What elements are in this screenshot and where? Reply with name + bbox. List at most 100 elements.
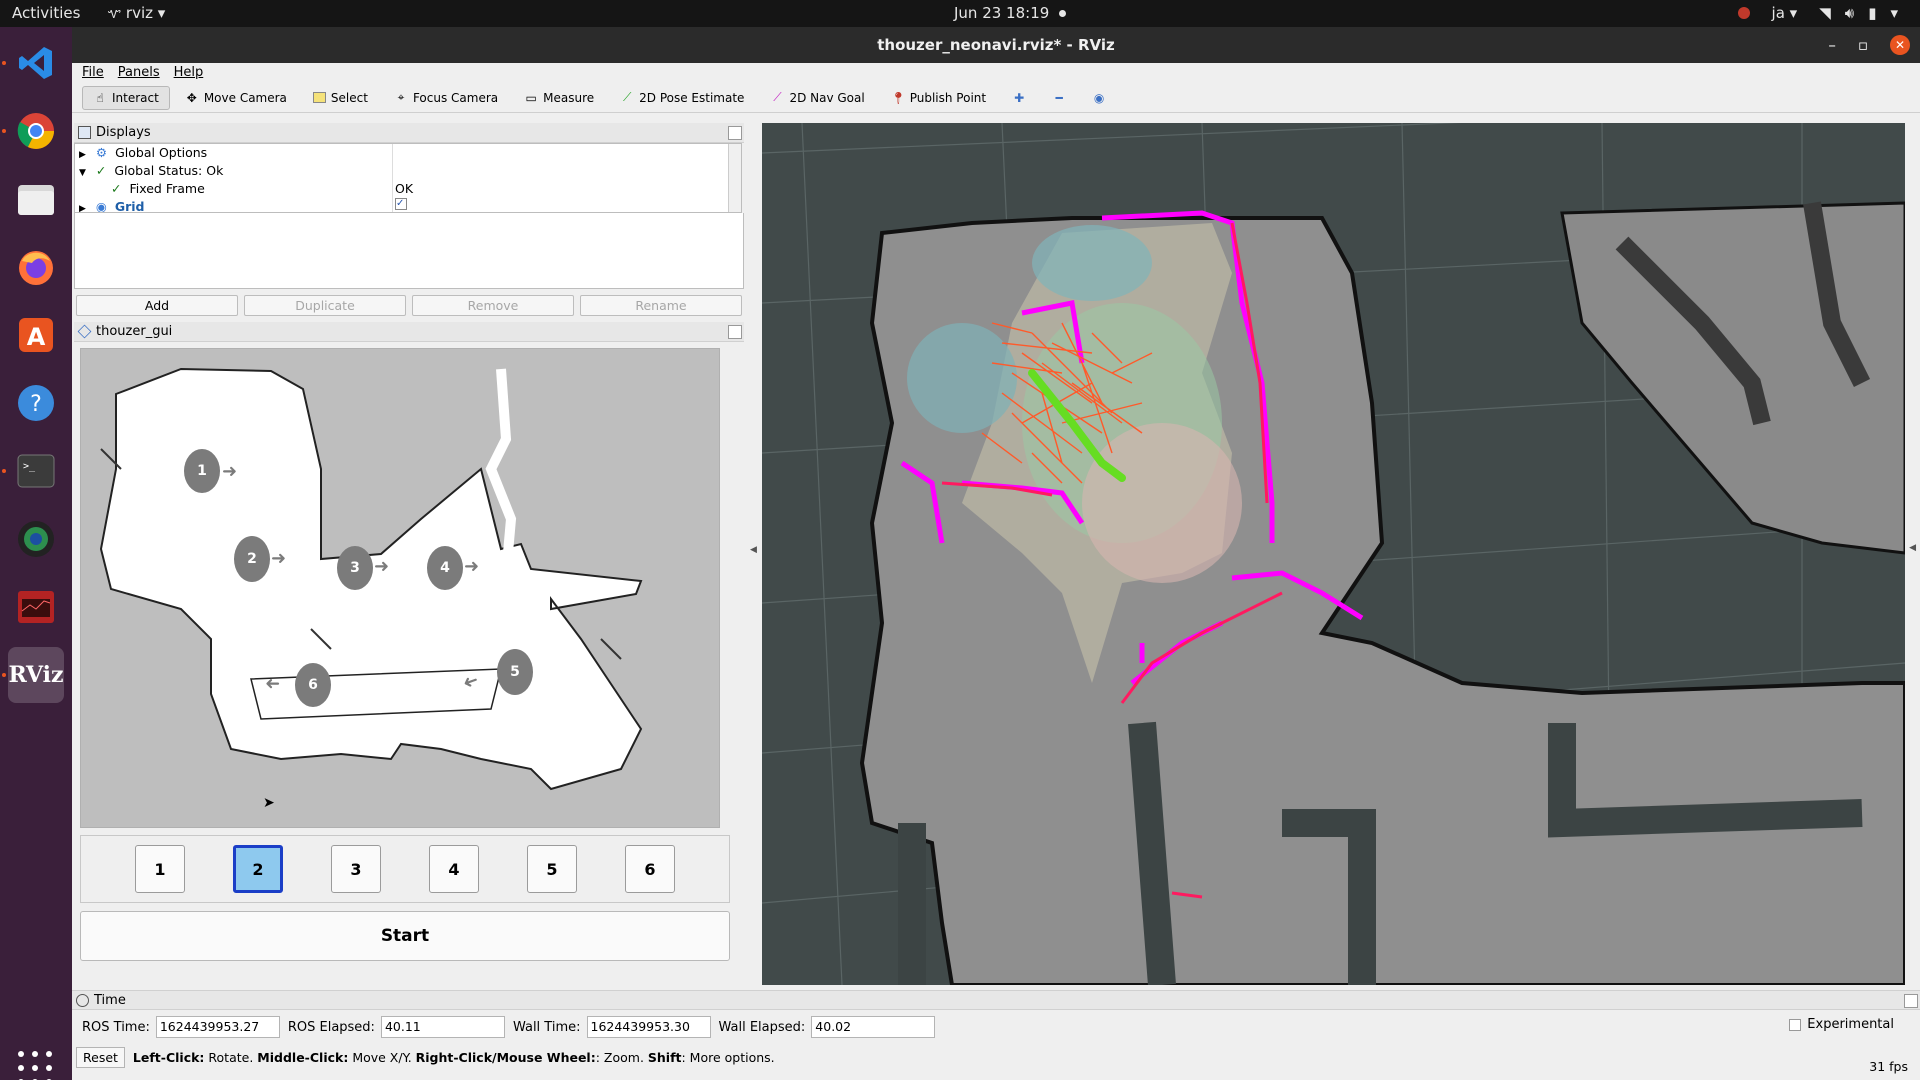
plus-icon: ✚ bbox=[1014, 90, 1025, 105]
hint-middle-click: Middle-Click: bbox=[257, 1049, 349, 1065]
terminal-icon[interactable]: >_ bbox=[8, 443, 64, 499]
experimental-checkbox[interactable] bbox=[1789, 1018, 1802, 1031]
tool-properties-button[interactable]: ◉ bbox=[1081, 86, 1117, 110]
clock[interactable]: Jun 23 18:19 bbox=[954, 4, 1067, 22]
collapse-right-arrow-icon[interactable]: ◀ bbox=[1909, 543, 1916, 553]
check-icon: ✓ bbox=[95, 163, 107, 178]
svg-text:>_: >_ bbox=[23, 461, 36, 472]
nav-goal-tool[interactable]: ⟋ 2D Nav Goal bbox=[759, 85, 875, 110]
show-applications-icon[interactable] bbox=[18, 1051, 54, 1080]
help-icon[interactable]: ? bbox=[8, 375, 64, 431]
running-indicator bbox=[2, 673, 6, 677]
thouzer-gui-header: thouzer_gui bbox=[74, 322, 744, 342]
tool-bar: ☝ Interact ✥ Move Camera Select ⌖ Focus … bbox=[72, 83, 1920, 113]
map-marker-label: 3 bbox=[350, 560, 360, 576]
rviz-dock-label: RViz bbox=[8, 662, 64, 688]
minimize-icon[interactable]: – bbox=[1828, 27, 1836, 63]
screen-record-icon[interactable] bbox=[1737, 7, 1750, 19]
check-icon: ✓ bbox=[111, 181, 122, 196]
firefox-icon[interactable] bbox=[8, 239, 64, 295]
waypoint-button-5[interactable]: 5 bbox=[527, 845, 577, 893]
status-bar: Reset Left-Click: Rotate. Middle-Click: … bbox=[72, 1044, 1920, 1070]
undock-button[interactable] bbox=[1904, 994, 1918, 1008]
waypoint-button-2[interactable]: 2 bbox=[233, 845, 283, 893]
camera-app-icon[interactable] bbox=[8, 511, 64, 567]
files-icon[interactable] bbox=[8, 171, 64, 227]
expand-arrow-icon[interactable]: ▶ bbox=[79, 204, 86, 212]
app-menu[interactable]: Ꮙ rviz ▾ bbox=[108, 4, 165, 22]
menu-panels[interactable]: Panels bbox=[118, 63, 160, 83]
map-marker-label: 1 bbox=[197, 463, 207, 479]
map-marker-5: 5 bbox=[497, 649, 533, 695]
title-bar[interactable]: thouzer_neonavi.rviz* - RViz – ▫ ✕ bbox=[72, 27, 1920, 63]
collapse-arrow-icon[interactable]: ▼ bbox=[79, 168, 86, 178]
left-dock: Displays ▶ ⚙ Global Options ▼ ✓ Global S… bbox=[74, 123, 744, 987]
rviz-small-icon: Ꮙ bbox=[108, 8, 122, 21]
duplicate-button[interactable]: Duplicate bbox=[244, 295, 406, 316]
input-method-indicator[interactable]: ja ▾ bbox=[1772, 4, 1798, 22]
wall-time-field[interactable]: 1624439953.30 bbox=[586, 1016, 711, 1038]
add-button[interactable]: Add bbox=[76, 295, 238, 316]
map-marker-label: 2 bbox=[247, 551, 257, 567]
ruler-icon: ▭ bbox=[525, 90, 537, 105]
system-status-menu[interactable]: ◥ 🔊︎ ▮ ▾ bbox=[1819, 4, 1898, 22]
undock-button[interactable] bbox=[728, 325, 742, 339]
clock-icon bbox=[76, 994, 89, 1007]
render-3d-view[interactable] bbox=[762, 123, 1905, 985]
map-marker-label: 6 bbox=[308, 677, 318, 693]
experimental-toggle[interactable]: Experimental bbox=[1789, 1017, 1894, 1032]
wall-elapsed-field[interactable]: 40.02 bbox=[811, 1016, 936, 1038]
move-camera-label: Move Camera bbox=[203, 90, 287, 105]
menu-file[interactable]: File bbox=[82, 63, 104, 83]
remove-tool-button[interactable]: ━ bbox=[1041, 86, 1077, 110]
select-icon bbox=[312, 92, 326, 103]
expand-arrow-icon[interactable]: ▶ bbox=[79, 150, 86, 160]
collapse-left-arrow-icon[interactable]: ◀ bbox=[750, 545, 757, 555]
hint-text: : More options. bbox=[681, 1049, 775, 1065]
running-indicator bbox=[2, 469, 6, 473]
interact-tool[interactable]: ☝ Interact bbox=[82, 85, 170, 110]
grid-enable-checkbox[interactable]: ✓ bbox=[395, 198, 407, 210]
focus-camera-tool[interactable]: ⌖ Focus Camera bbox=[383, 85, 509, 110]
rename-button[interactable]: Rename bbox=[580, 295, 742, 316]
waypoint-button-1[interactable]: 1 bbox=[135, 845, 185, 893]
tree-row-global-options[interactable]: ▶ ⚙ Global Options bbox=[75, 144, 741, 162]
chrome-icon[interactable] bbox=[8, 103, 64, 159]
tree-scrollbar[interactable] bbox=[728, 144, 741, 212]
publish-point-tool[interactable]: 📍︎ Publish Point bbox=[880, 86, 997, 110]
software-center-icon[interactable]: A bbox=[8, 307, 64, 363]
menu-help[interactable]: Help bbox=[174, 63, 204, 83]
running-indicator bbox=[2, 61, 6, 65]
undock-button[interactable] bbox=[728, 126, 742, 140]
tree-row-global-status[interactable]: ▼ ✓ Global Status: Ok bbox=[75, 162, 741, 180]
maximize-icon[interactable]: ▫ bbox=[1858, 27, 1868, 63]
tree-row-grid[interactable]: ▶ ◉ Grid ✓ bbox=[75, 198, 741, 212]
system-monitor-icon[interactable] bbox=[8, 579, 64, 635]
time-header: Time bbox=[72, 990, 1920, 1010]
displays-header: Displays bbox=[74, 123, 744, 143]
tree-row-fixed-frame[interactable]: ✓ Fixed Frame OK bbox=[75, 180, 741, 198]
ros-elapsed-field[interactable]: 40.11 bbox=[380, 1016, 505, 1038]
app-menu-label: rviz bbox=[125, 4, 153, 22]
activities-button[interactable]: Activities bbox=[12, 4, 80, 22]
thouzer-gui-panel: 1 ➜ 2 ➜ 3 ➜ 4 ➜ 5 ➜ 6 ➜ ➤ 1 2 3 4 5 6 St… bbox=[74, 342, 744, 967]
hand-pointer-icon: ☝ bbox=[96, 90, 104, 105]
ros-time-field[interactable]: 1624439953.27 bbox=[155, 1016, 280, 1038]
add-tool-button[interactable]: ✚ bbox=[1001, 86, 1037, 110]
remove-button[interactable]: Remove bbox=[412, 295, 574, 316]
hint-text: : Zoom. bbox=[595, 1049, 648, 1065]
waypoint-button-3[interactable]: 3 bbox=[331, 845, 381, 893]
pose-estimate-tool[interactable]: ⟋ 2D Pose Estimate bbox=[609, 85, 755, 110]
measure-tool[interactable]: ▭ Measure bbox=[513, 86, 605, 110]
status-hint: Left-Click: Rotate. Middle-Click: Move X… bbox=[133, 1050, 775, 1065]
rviz-icon[interactable]: RViz bbox=[8, 647, 64, 703]
start-button[interactable]: Start bbox=[80, 911, 730, 961]
select-tool[interactable]: Select bbox=[302, 86, 379, 110]
close-icon[interactable]: ✕ bbox=[1890, 35, 1910, 55]
waypoint-button-6[interactable]: 6 bbox=[625, 845, 675, 893]
hint-right-click: Right-Click/Mouse Wheel: bbox=[415, 1049, 596, 1065]
reset-button[interactable]: Reset bbox=[76, 1046, 125, 1068]
vscode-icon[interactable] bbox=[8, 35, 64, 91]
waypoint-button-4[interactable]: 4 bbox=[429, 845, 479, 893]
move-camera-tool[interactable]: ✥ Move Camera bbox=[174, 86, 298, 110]
